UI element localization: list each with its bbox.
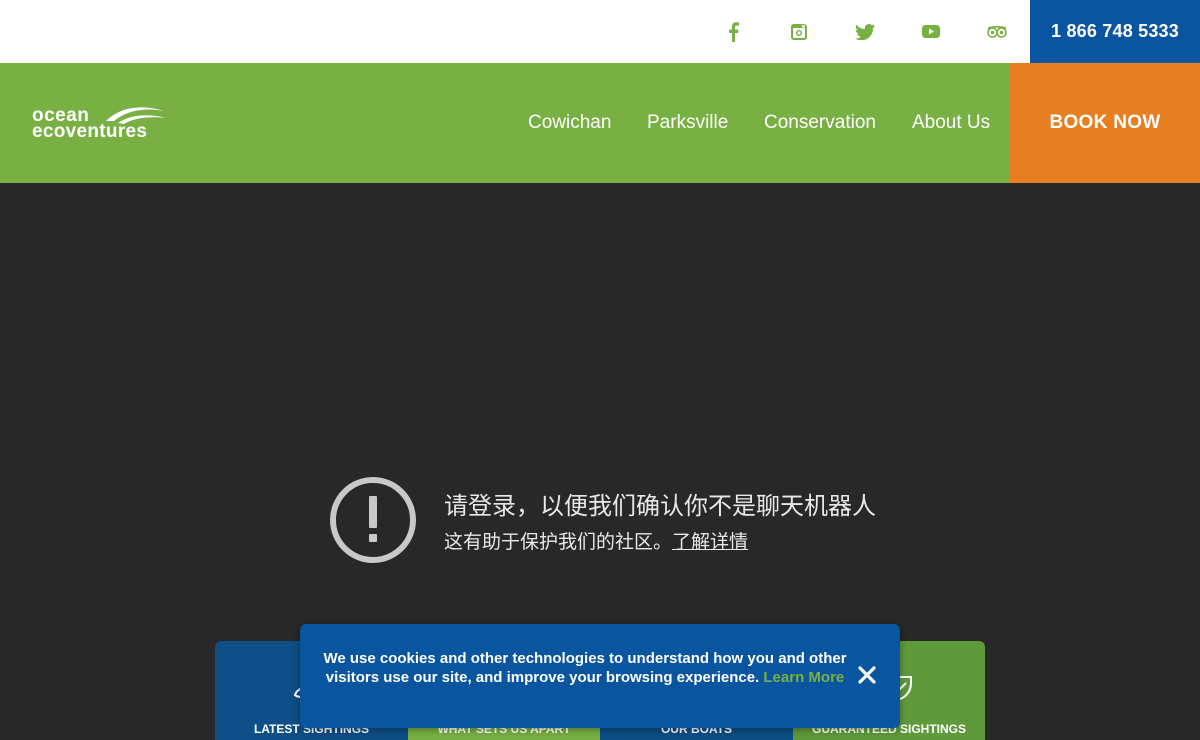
main-navbar: ocean ecoventures Cowichan Parksville Co… — [0, 63, 1200, 183]
error-subtitle-text: 这有助于保护我们的社区。 — [444, 531, 673, 553]
instagram-icon[interactable] — [779, 0, 819, 63]
nav-link-conservation[interactable]: Conservation — [764, 63, 876, 183]
book-now-button[interactable]: BOOK NOW — [1010, 63, 1200, 183]
close-icon[interactable] — [854, 662, 880, 688]
nav-link-about-us[interactable]: About Us — [912, 63, 990, 183]
youtube-icon[interactable] — [911, 0, 951, 63]
exclamation-icon — [329, 476, 417, 564]
tripadvisor-icon[interactable] — [977, 0, 1017, 63]
error-subtitle: 这有助于保护我们的社区。了解详情 — [444, 527, 748, 554]
top-bar: 1 866 748 5333 — [0, 0, 1200, 63]
cookie-banner: We use cookies and other technologies to… — [300, 624, 900, 728]
facebook-icon[interactable] — [713, 0, 753, 63]
phone-number-link[interactable]: 1 866 748 5333 — [1030, 0, 1200, 63]
cookie-message: We use cookies and other technologies to… — [320, 649, 850, 687]
error-title: 请登录，以便我们确认你不是聊天机器人 — [444, 492, 876, 520]
cookie-learn-more-link[interactable]: Learn More — [763, 669, 844, 686]
twitter-icon[interactable] — [845, 0, 885, 63]
nav-link-parksville[interactable]: Parksville — [647, 63, 728, 183]
nav-link-cowichan[interactable]: Cowichan — [528, 63, 611, 183]
logo-text-line2: ecoventures — [32, 121, 148, 142]
site-logo[interactable]: ocean ecoventures — [32, 106, 182, 142]
learn-more-link[interactable]: 了解详情 — [672, 531, 748, 553]
